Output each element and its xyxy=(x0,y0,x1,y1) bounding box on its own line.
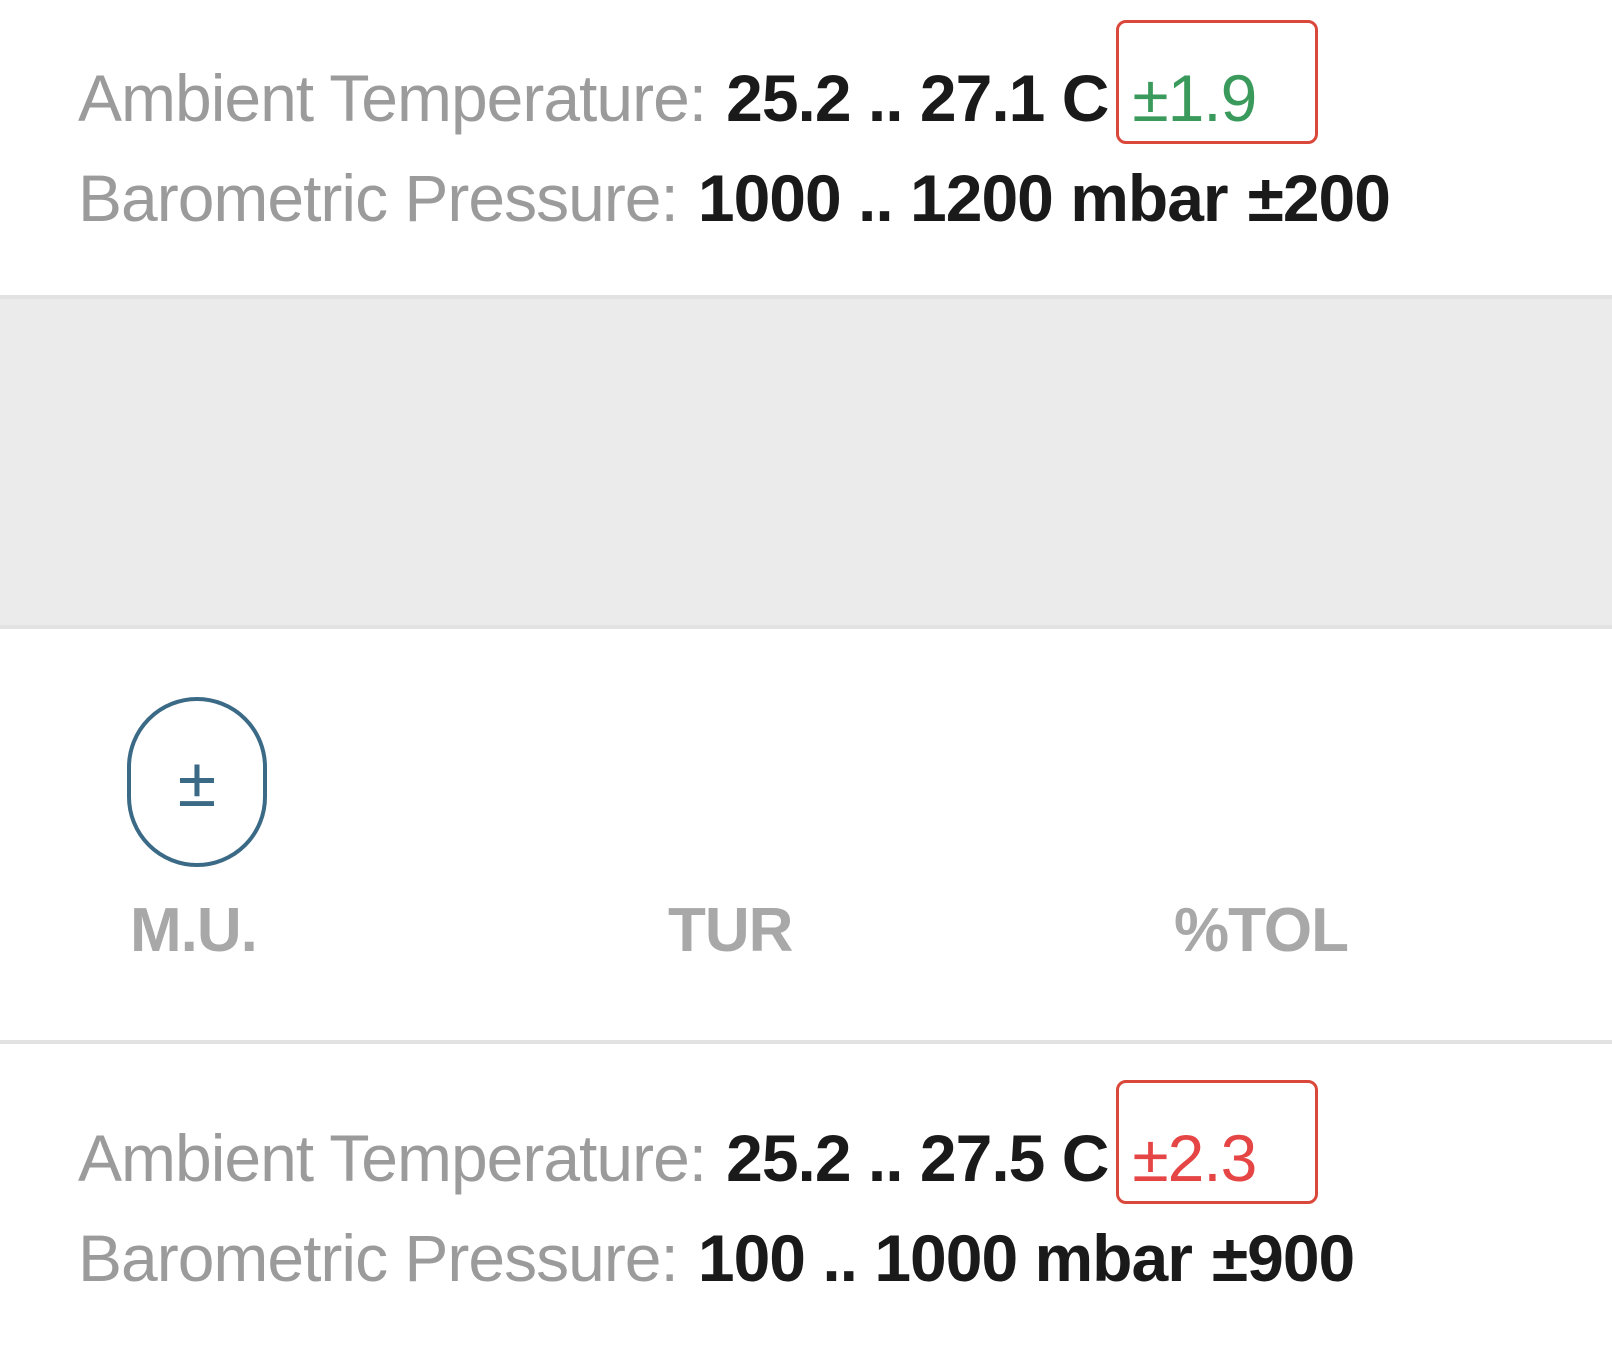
temperature-delta-highlight: ±1.9 xyxy=(1116,20,1319,148)
column-mu-label: M.U. xyxy=(130,896,258,965)
highlight-box xyxy=(1116,20,1319,144)
column-tur-label: TUR xyxy=(668,896,793,965)
column-tol-label: %TOL xyxy=(1174,896,1349,965)
page: Ambient Temperature: 25.2 .. 27.1 C ±1.9… xyxy=(0,0,1612,1372)
bottom-environment-conditions: Ambient Temperature: 25.2 .. 27.5 C ±2.3… xyxy=(78,1080,1355,1308)
separator-band xyxy=(0,295,1612,629)
temperature-label: Ambient Temperature: xyxy=(78,1121,707,1195)
pressure-range: 100 .. 1000 mbar xyxy=(697,1221,1193,1295)
pressure-row: Barometric Pressure: 100 .. 1000 mbar ±9… xyxy=(78,1208,1355,1308)
temperature-delta-highlight: ±2.3 xyxy=(1116,1080,1319,1208)
top-environment-conditions: Ambient Temperature: 25.2 .. 27.1 C ±1.9… xyxy=(78,20,1391,248)
temperature-row: Ambient Temperature: 25.2 .. 27.1 C ±1.9 xyxy=(78,20,1390,148)
temperature-range: 25.2 .. 27.5 C xyxy=(726,1121,1109,1195)
plus-minus-icon[interactable]: ± xyxy=(127,697,267,867)
temperature-range: 25.2 .. 27.1 C xyxy=(726,61,1109,135)
highlight-box xyxy=(1116,1080,1319,1204)
temperature-label: Ambient Temperature: xyxy=(78,61,707,135)
divider xyxy=(0,1040,1612,1044)
pressure-label: Barometric Pressure: xyxy=(78,1221,679,1295)
pressure-label: Barometric Pressure: xyxy=(78,161,679,235)
pressure-range: 1000 .. 1200 mbar xyxy=(697,161,1229,235)
temperature-row: Ambient Temperature: 25.2 .. 27.5 C ±2.3 xyxy=(78,1080,1354,1208)
pressure-row: Barometric Pressure: 1000 .. 1200 mbar ±… xyxy=(78,148,1391,248)
mu-button-symbol: ± xyxy=(177,743,217,821)
pressure-delta: ±200 xyxy=(1247,161,1391,235)
pressure-delta: ±900 xyxy=(1211,1221,1355,1295)
